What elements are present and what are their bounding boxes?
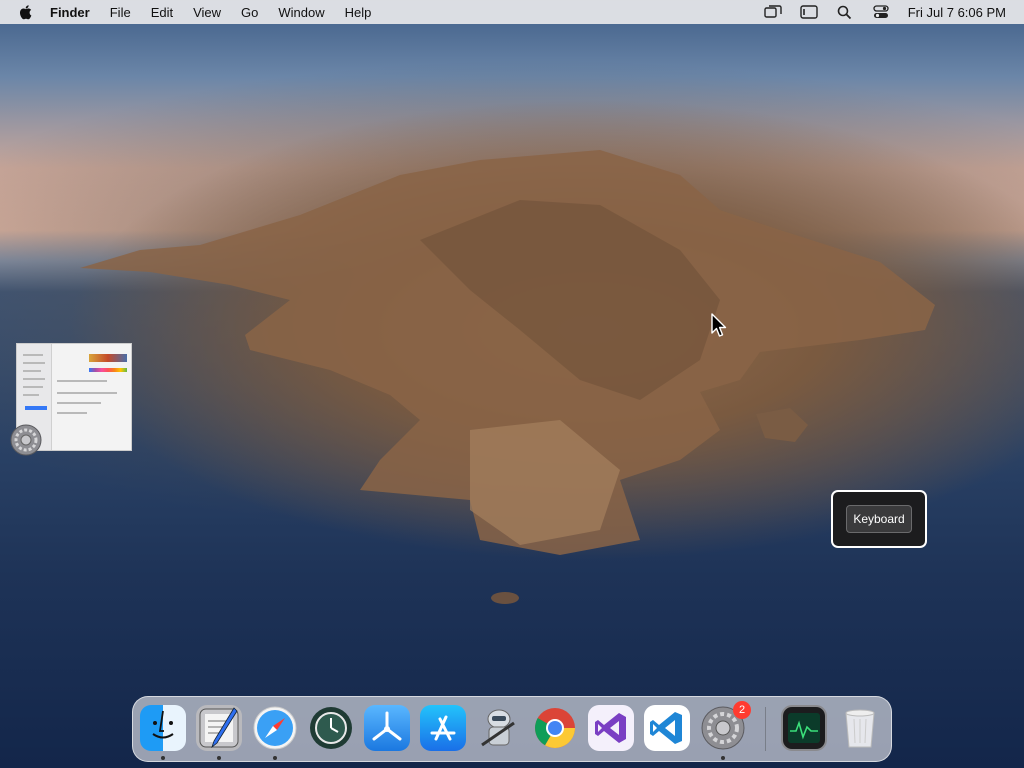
system-preferences-icon xyxy=(10,424,42,456)
running-indicator xyxy=(217,756,221,760)
activity-monitor-icon xyxy=(788,713,820,743)
time-machine-icon xyxy=(310,707,352,749)
thumbnail-line xyxy=(57,402,101,404)
vscode-icon xyxy=(650,712,682,744)
automator-icon xyxy=(481,709,515,747)
thumbnail-line xyxy=(57,380,107,382)
dock-app-store[interactable] xyxy=(420,705,466,751)
app-store-icon xyxy=(430,715,456,741)
dock-chrome[interactable] xyxy=(532,705,578,751)
dock-separator xyxy=(765,707,766,751)
thumbnail-line xyxy=(23,362,45,364)
thumbnail-line xyxy=(23,394,39,396)
dock-finder[interactable] xyxy=(140,705,186,751)
trash-icon xyxy=(845,709,875,748)
thumbnail-line xyxy=(23,386,43,388)
thumbnail-color-swatches xyxy=(89,368,127,372)
thumbnail-wallpapers xyxy=(89,354,127,362)
chrome-icon xyxy=(535,708,575,748)
dock-safari[interactable] xyxy=(252,705,298,751)
thumbnail-line xyxy=(57,412,87,414)
wallpaper-island xyxy=(80,150,935,604)
dock-activity-monitor[interactable] xyxy=(781,705,827,751)
desktop: { "menubar": { "apple_icon": "apple-logo… xyxy=(0,0,1024,768)
notification-badge: 2 xyxy=(733,701,751,719)
finder-icon xyxy=(152,710,174,739)
dock-time-machine[interactable] xyxy=(308,705,354,751)
visual-studio-icon xyxy=(595,713,626,743)
keyboard-button[interactable]: Keyboard xyxy=(846,505,912,533)
instruments-icon xyxy=(372,711,402,741)
thumbnail-line xyxy=(57,392,117,394)
keyboard-popup: Keyboard xyxy=(831,490,927,548)
running-indicator xyxy=(721,756,725,760)
thumbnail-line xyxy=(23,354,43,356)
safari-icon xyxy=(253,706,297,750)
dock-trash[interactable] xyxy=(837,705,883,751)
dock: 2 xyxy=(132,696,892,762)
running-indicator xyxy=(161,756,165,760)
dock-automator[interactable] xyxy=(476,705,522,751)
thumbnail-line xyxy=(23,370,41,372)
thumbnail-line xyxy=(23,378,45,380)
running-indicator xyxy=(273,756,277,760)
script-editor-icon xyxy=(199,707,239,749)
dock-script-editor[interactable] xyxy=(196,705,242,751)
dock-visual-studio[interactable] xyxy=(588,705,634,751)
dock-vscode[interactable] xyxy=(644,705,690,751)
dock-instruments[interactable] xyxy=(364,705,410,751)
thumbnail-selected-row xyxy=(25,406,47,410)
mouse-cursor-icon xyxy=(711,313,727,337)
